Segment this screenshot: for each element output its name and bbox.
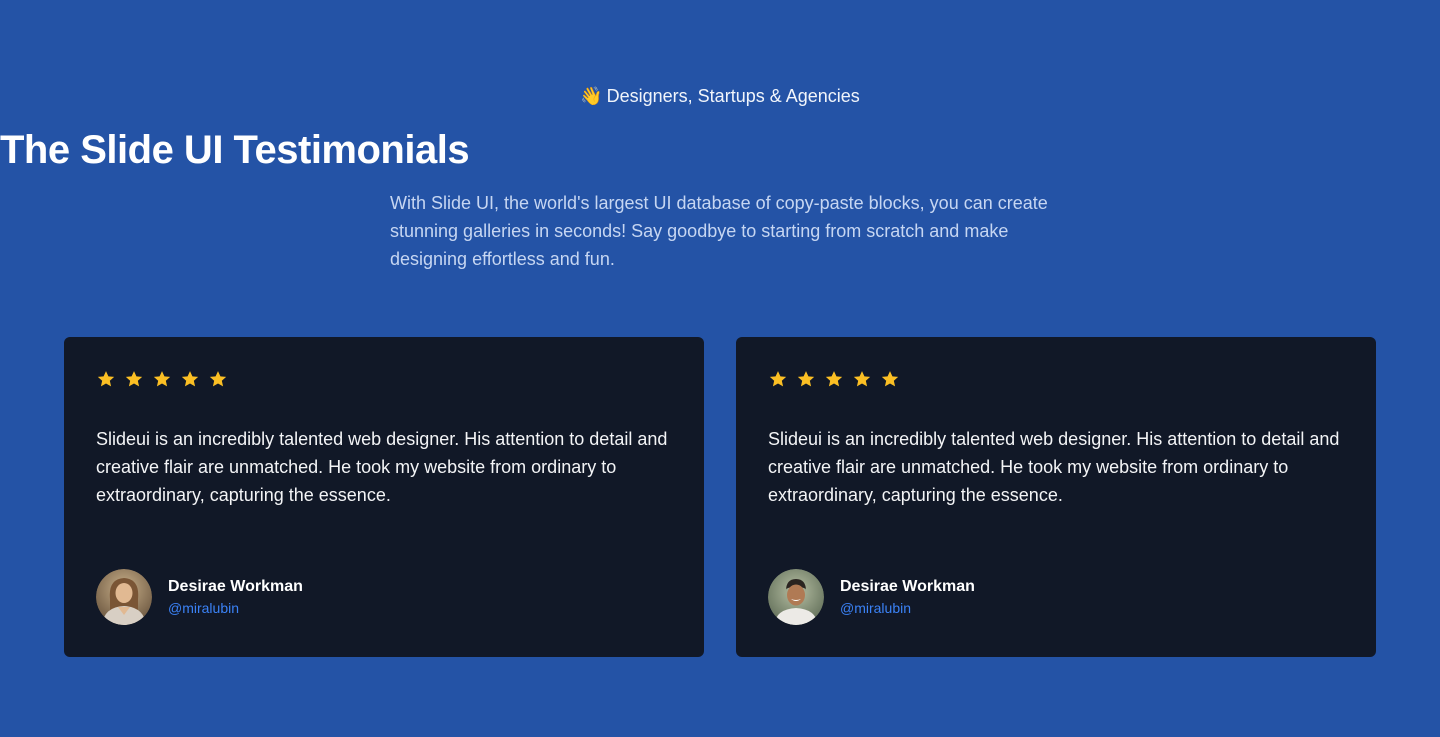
eyebrow: 👋 Designers, Startups & Agencies: [0, 84, 1440, 108]
author-name: Desirae Workman: [168, 578, 303, 595]
star-icon: [881, 371, 899, 387]
star-rating: [768, 369, 900, 389]
avatar: [768, 569, 824, 625]
author-name: Desirae Workman: [840, 578, 975, 595]
star-rating: [96, 369, 228, 389]
testimonial-quote: Slideui is an incredibly talented web de…: [96, 429, 668, 505]
star-icon: [125, 371, 143, 387]
author-handle[interactable]: @miralubin: [840, 598, 975, 618]
testimonial-card: Slideui is an incredibly talented web de…: [736, 337, 1376, 657]
author-info: Desirae Workman @miralubin: [168, 576, 303, 618]
page-title: The Slide UI Testimonials: [0, 128, 470, 172]
author: Desirae Workman @miralubin: [768, 569, 975, 625]
star-icon: [797, 371, 815, 387]
author-info: Desirae Workman @miralubin: [840, 576, 975, 618]
star-icon: [209, 371, 227, 387]
star-icon: [825, 371, 843, 387]
testimonial-cards: Slideui is an incredibly talented web de…: [64, 337, 1376, 657]
avatar: [96, 569, 152, 625]
page-subtitle: With Slide UI, the world's largest UI da…: [390, 193, 1048, 269]
testimonial-card: Slideui is an incredibly talented web de…: [64, 337, 704, 657]
author-handle[interactable]: @miralubin: [168, 598, 303, 618]
waving-hand-icon: 👋: [580, 86, 603, 106]
star-icon: [853, 371, 871, 387]
star-icon: [181, 371, 199, 387]
star-icon: [153, 371, 171, 387]
star-icon: [97, 371, 115, 387]
testimonial-quote: Slideui is an incredibly talented web de…: [768, 429, 1340, 505]
author: Desirae Workman @miralubin: [96, 569, 303, 625]
eyebrow-text: Designers, Startups & Agencies: [606, 86, 860, 106]
star-icon: [769, 371, 787, 387]
